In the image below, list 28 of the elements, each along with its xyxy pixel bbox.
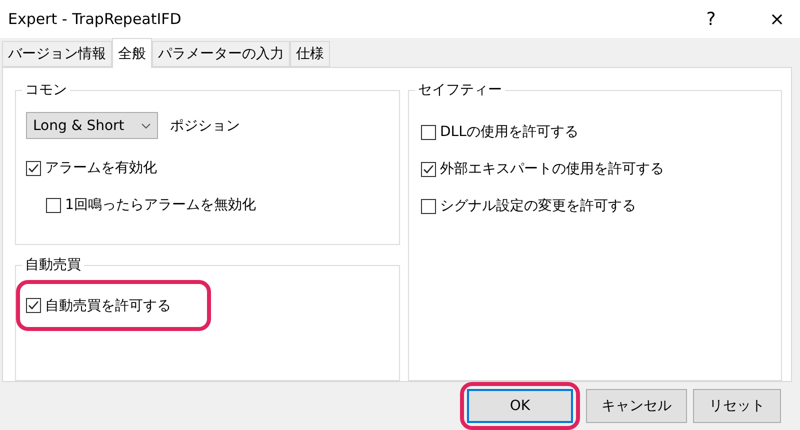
position-dropdown[interactable]: Long & Short xyxy=(26,112,158,139)
checkbox[interactable] xyxy=(421,198,436,214)
checkbox[interactable] xyxy=(26,160,41,176)
checkbox[interactable] xyxy=(421,124,436,140)
window-title: Expert - TrapRepeatIFD xyxy=(8,10,182,28)
tab[interactable]: 仕様 xyxy=(290,41,330,67)
checkbox-label[interactable]: DLLの使用を許可する xyxy=(440,123,578,141)
checkbox-label[interactable]: 1回鳴ったらアラームを無効化 xyxy=(65,196,256,214)
group-title: 自動売買 xyxy=(22,256,84,274)
checkbox-label[interactable]: アラームを有効化 xyxy=(45,159,157,177)
checkbox[interactable] xyxy=(46,198,61,212)
position-label: ポジション xyxy=(170,116,240,134)
chevron-down-icon xyxy=(141,122,151,128)
checkbox[interactable] xyxy=(26,298,41,313)
checkbox-label[interactable]: 外部エキスパートの使用を許可する xyxy=(440,160,664,178)
group-title: セイフティー xyxy=(415,81,505,99)
checkbox-label[interactable]: 自動売買を許可する xyxy=(45,296,171,314)
check-icon xyxy=(423,164,434,174)
tab[interactable]: バージョン情報 xyxy=(2,41,112,67)
check-icon xyxy=(28,300,39,311)
dialog-button[interactable]: キャンセル xyxy=(586,389,687,423)
checkbox-label[interactable]: シグナル設定の変更を許可する xyxy=(440,197,636,215)
dialog-button[interactable]: OK xyxy=(467,389,573,423)
tab[interactable]: パラメーターの入力 xyxy=(152,41,290,67)
checkbox[interactable] xyxy=(421,162,436,176)
dialog-button[interactable]: リセット xyxy=(693,389,781,423)
check-icon xyxy=(28,162,39,174)
tab[interactable]: 全般 xyxy=(112,38,152,68)
